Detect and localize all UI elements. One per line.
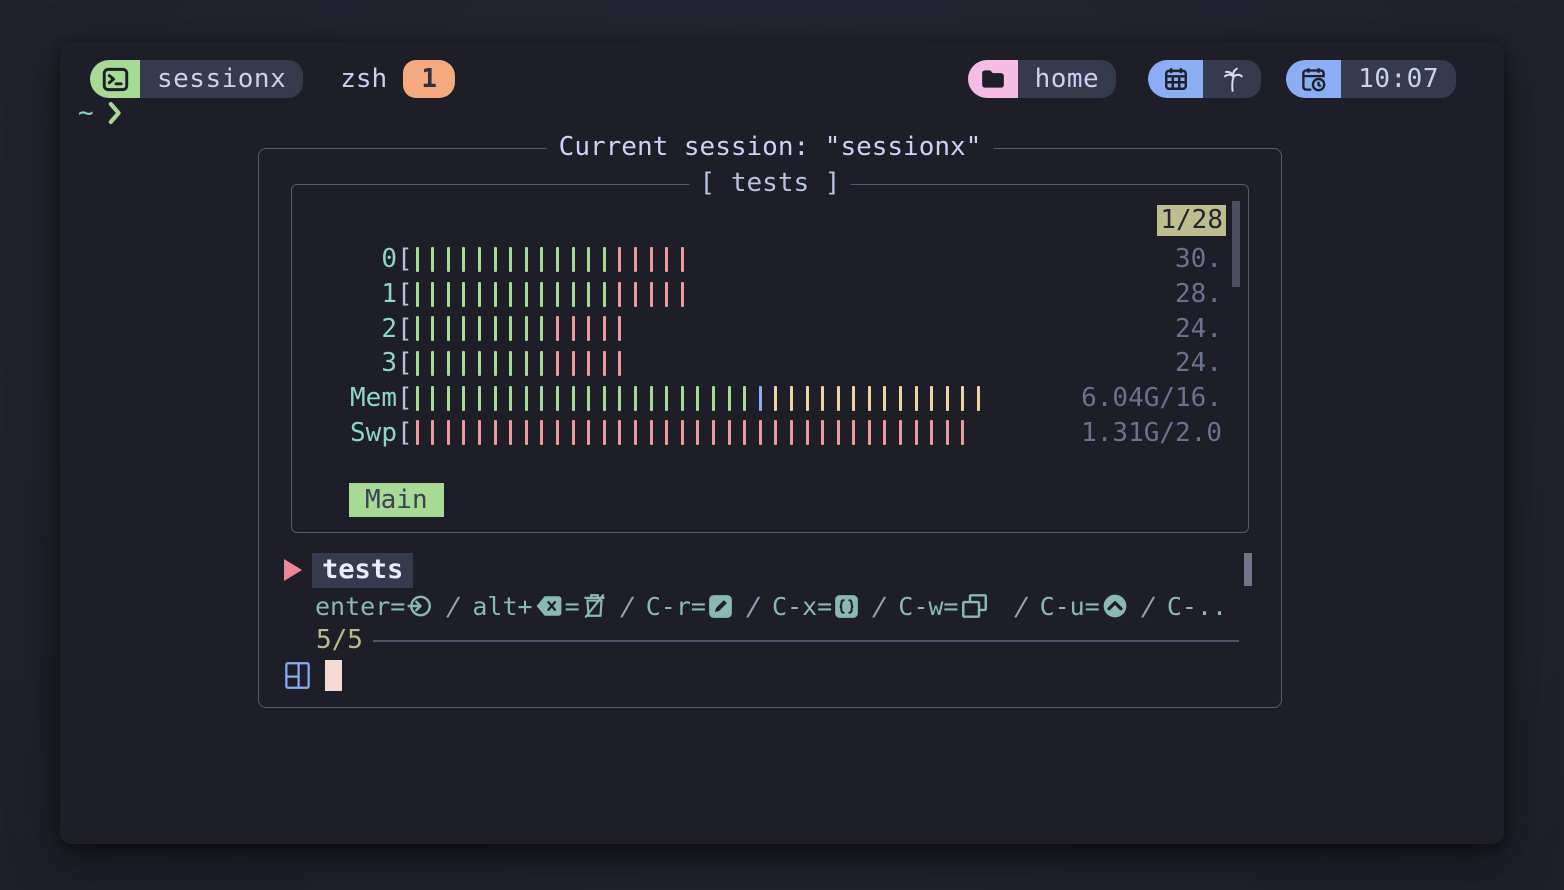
- keybinding-help-line: enter= / alt+ = / C-r= / C-x= / C-w= / C-u= / C-..: [315, 590, 1227, 622]
- search-input[interactable]: [284, 658, 342, 692]
- help-separator: /: [445, 592, 463, 621]
- meter-bracket: [: [397, 348, 413, 378]
- terminal-window: sessionx zsh 1 home: [60, 42, 1504, 844]
- triangle-right-icon: [284, 559, 302, 581]
- calendar-pill: [1148, 60, 1261, 98]
- help-keybinding-text: alt+: [472, 592, 532, 621]
- match-count-label: 5/5: [316, 625, 363, 655]
- help-keybinding-text: C-r=: [646, 592, 706, 621]
- meter-label: Swp: [292, 418, 397, 448]
- help-separator: /: [1139, 592, 1157, 621]
- help-keybinding-text: C-u=: [1040, 592, 1100, 621]
- help-keybinding-text: enter=: [315, 592, 405, 621]
- help-keybinding-text: C-..: [1167, 592, 1227, 621]
- window-index-badge[interactable]: 1: [403, 60, 455, 98]
- session-preview-pane: [ tests ] 1/28 0[30.1[28.2[24.3[24.Mem[6…: [291, 184, 1249, 533]
- text-cursor: [325, 660, 342, 691]
- session-name: sessionx: [140, 60, 303, 98]
- window-layout-icon: [284, 661, 311, 690]
- folder-icon: [968, 60, 1018, 98]
- meter-bar-graph: [416, 311, 634, 346]
- meter-bracket: [: [397, 314, 413, 344]
- meter-bar-graph: [416, 381, 993, 416]
- palm-tree-icon: [1203, 60, 1261, 98]
- meter-value: 24.: [1175, 348, 1222, 378]
- help-separator: /: [744, 592, 762, 621]
- meter-row-3: 3[24.: [292, 346, 1248, 381]
- backspace-icon: [535, 594, 563, 618]
- expand-icon: [834, 594, 859, 619]
- meter-bracket: [: [397, 244, 413, 274]
- meter-row-1: 1[28.: [292, 277, 1248, 312]
- trash-icon: [582, 593, 607, 619]
- help-keybinding-text: C-w=: [898, 592, 958, 621]
- calendar-clock-icon: [1286, 60, 1341, 98]
- meter-row-0: 0[30.: [292, 242, 1248, 277]
- window-tab-badge: Main: [349, 483, 444, 517]
- help-keybinding-text: =: [565, 592, 580, 621]
- help-keybinding-text: C-x=: [772, 592, 832, 621]
- prompt-chevron-icon: [107, 101, 123, 125]
- divider-line: [373, 640, 1239, 642]
- meter-label: 1: [292, 279, 397, 309]
- meter-bracket: [: [397, 279, 413, 309]
- help-separator: /: [1012, 592, 1030, 621]
- directory-name: home: [1018, 60, 1117, 98]
- help-separator: /: [618, 592, 636, 621]
- calendar-icon: [1148, 60, 1203, 98]
- meter-bar-graph: [416, 242, 697, 277]
- meter-row-mem: Mem[6.04G/16.: [292, 381, 1248, 416]
- meter-row-swp: Swp[1.31G/2.0: [292, 415, 1248, 450]
- selected-session-name: tests: [312, 553, 413, 588]
- meter-bar-graph: [416, 415, 977, 450]
- help-separator: /: [871, 592, 889, 621]
- meter-value: 28.: [1175, 279, 1222, 309]
- meter-bracket: [: [397, 418, 413, 448]
- shell-prompt: ~: [78, 98, 123, 128]
- htop-meters: 0[30.1[28.2[24.3[24.Mem[6.04G/16.Swp[1.3…: [292, 242, 1248, 450]
- meter-bar-graph: [416, 346, 634, 381]
- meter-label: 0: [292, 244, 397, 274]
- sessionx-popup: Current session: "sessionx" [ tests ] 1/…: [258, 148, 1282, 708]
- meter-label: 3: [292, 348, 397, 378]
- popup-title: Current session: "sessionx": [547, 132, 994, 162]
- preview-position-indicator: 1/28: [1157, 205, 1226, 236]
- session-list-item-tests[interactable]: tests: [284, 553, 413, 587]
- prompt-cwd: ~: [78, 98, 94, 128]
- session-pill[interactable]: sessionx: [90, 60, 303, 98]
- meter-bracket: [: [397, 383, 413, 413]
- meter-row-2: 2[24.: [292, 311, 1248, 346]
- up-circle-icon: [1102, 593, 1128, 619]
- directory-pill: home: [968, 60, 1117, 98]
- preview-title: [ tests ]: [690, 168, 851, 198]
- meter-bar-graph: [416, 277, 697, 312]
- terminal-icon: [90, 60, 140, 98]
- rename-icon: [708, 594, 733, 619]
- meter-value: 6.04G/16.: [1081, 383, 1222, 413]
- list-scrollbar-thumb[interactable]: [1244, 553, 1252, 586]
- meter-value: 30.: [1175, 244, 1222, 274]
- match-counter: 5/5: [316, 625, 363, 655]
- time-label: 10:07: [1341, 60, 1456, 98]
- windows-icon: [961, 593, 988, 619]
- meter-value: 24.: [1175, 314, 1222, 344]
- enter-icon: [407, 593, 433, 619]
- shell-name: zsh: [340, 64, 387, 94]
- meter-label: Mem: [292, 383, 397, 413]
- tmux-status-bar: sessionx zsh 1 home: [90, 60, 1456, 98]
- meter-label: 2: [292, 314, 397, 344]
- clock-pill: 10:07: [1286, 60, 1456, 98]
- meter-value: 1.31G/2.0: [1081, 418, 1222, 448]
